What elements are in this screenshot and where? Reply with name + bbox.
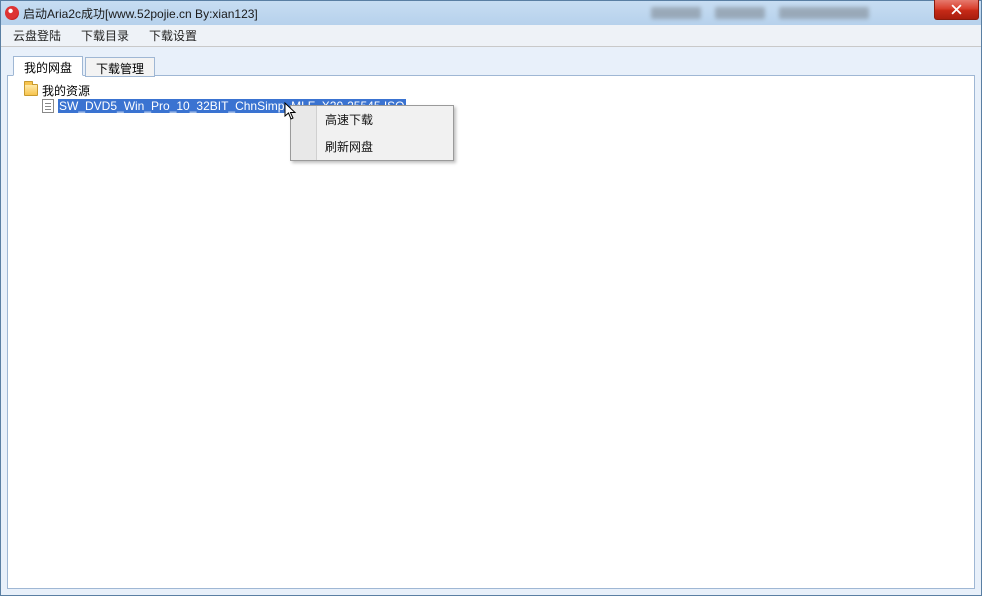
- menu-download-settings[interactable]: 下载设置: [141, 25, 205, 46]
- close-icon: [951, 4, 962, 15]
- menubar: 云盘登陆 下载目录 下载设置: [1, 25, 981, 47]
- file-tree[interactable]: 我的资源 SW_DVD5_Win_Pro_10_32BIT_ChnSimp_ML…: [8, 76, 974, 588]
- app-icon: [5, 6, 19, 20]
- window-title: 启动Aria2c成功[www.52pojie.cn By:xian123]: [23, 5, 258, 22]
- tab-strip: 我的网盘 下载管理: [13, 55, 155, 75]
- menu-cloud-login[interactable]: 云盘登陆: [5, 25, 69, 46]
- folder-icon: [24, 84, 38, 96]
- tree-root-row[interactable]: 我的资源: [12, 82, 970, 98]
- close-button[interactable]: [934, 0, 979, 20]
- context-menu-gutter: [291, 106, 317, 160]
- file-icon: [42, 99, 54, 113]
- tree-file-row[interactable]: SW_DVD5_Win_Pro_10_32BIT_ChnSimp_MLF_X20…: [12, 98, 970, 114]
- tab-download-manage[interactable]: 下载管理: [85, 57, 155, 77]
- tree-root-label: 我的资源: [42, 82, 90, 99]
- client-area: 我的资源 SW_DVD5_Win_Pro_10_32BIT_ChnSimp_ML…: [7, 75, 975, 589]
- titlebar[interactable]: 启动Aria2c成功[www.52pojie.cn By:xian123]: [1, 1, 981, 25]
- background-blur: [651, 1, 931, 25]
- app-window: 启动Aria2c成功[www.52pojie.cn By:xian123] 云盘…: [0, 0, 982, 596]
- context-menu: 高速下载 刷新网盘: [290, 105, 454, 161]
- menu-download-dir[interactable]: 下载目录: [73, 25, 137, 46]
- tab-my-disk[interactable]: 我的网盘: [13, 56, 83, 76]
